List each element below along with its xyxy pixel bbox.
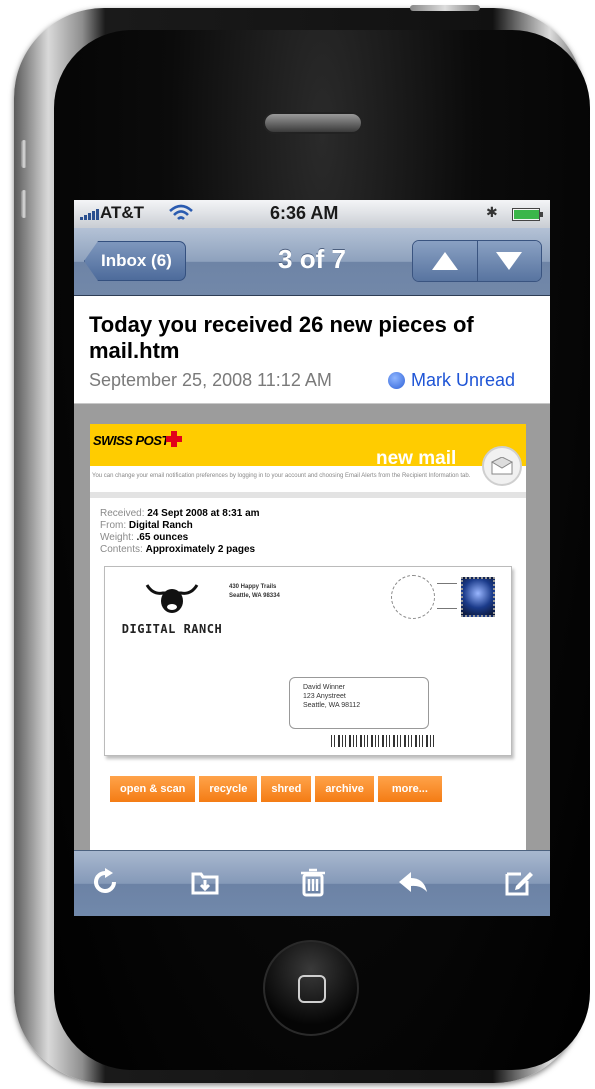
message-header: Today you received 26 new pieces of mail… bbox=[74, 296, 550, 404]
detail-row: Received: 24 Sept 2008 at 8:31 am bbox=[100, 508, 260, 519]
swiss-post-logo: SWISS POST bbox=[93, 433, 169, 448]
navigation-bar: Inbox (6) 3 of 7 bbox=[74, 228, 550, 296]
home-button[interactable] bbox=[263, 940, 359, 1036]
swiss-post-banner: SWISS POST new mail bbox=[90, 424, 526, 469]
mail-actions: open & scan recycle shred archive more..… bbox=[110, 776, 442, 802]
unread-dot-icon bbox=[388, 372, 405, 389]
recipient-address: David Winner 123 Anystreet Seattle, WA 9… bbox=[303, 684, 361, 709]
detail-row: Weight: .65 ounces bbox=[100, 532, 189, 543]
more-button[interactable]: more... bbox=[377, 776, 442, 802]
battery-level bbox=[514, 210, 539, 219]
shred-button[interactable]: shred bbox=[261, 776, 312, 802]
divider bbox=[90, 492, 526, 498]
volume-up-button bbox=[21, 140, 27, 168]
refresh-icon[interactable] bbox=[88, 865, 122, 899]
envelope-icon bbox=[482, 446, 522, 486]
new-mail-heading: new mail bbox=[376, 448, 457, 469]
preference-note: You can change your email notification p… bbox=[92, 473, 471, 479]
scanned-envelope: DIGITAL RANCH 430 Happy Trails Seattle, … bbox=[104, 566, 512, 756]
volume-down-button bbox=[21, 190, 27, 218]
recycle-button[interactable]: recycle bbox=[199, 776, 258, 802]
postal-barcode bbox=[331, 735, 435, 747]
mark-unread-button[interactable]: Mark Unread bbox=[388, 370, 515, 391]
phone-screen: AT&T 6:36 AM ✱ Inbox (6) 3 of 7 Today yo… bbox=[74, 200, 550, 916]
postage-stamp bbox=[461, 577, 495, 617]
carrier-name: AT&T bbox=[100, 203, 145, 222]
triangle-up-icon bbox=[431, 252, 458, 270]
open-scan-button[interactable]: open & scan bbox=[110, 776, 196, 802]
message-date: September 25, 2008 11:12 AM bbox=[89, 370, 332, 390]
trash-icon[interactable] bbox=[296, 865, 330, 899]
compose-icon[interactable] bbox=[502, 865, 536, 899]
message-navigation-control bbox=[412, 240, 542, 282]
earpiece-speaker bbox=[263, 112, 363, 134]
home-square-icon bbox=[298, 975, 326, 1003]
cancellation-lines bbox=[437, 583, 457, 609]
bull-head-icon bbox=[145, 584, 199, 613]
next-message-button[interactable] bbox=[476, 241, 541, 281]
digital-ranch-logo: DIGITAL RANCH bbox=[117, 581, 227, 636]
wifi-icon bbox=[168, 203, 194, 228]
battery-icon bbox=[512, 208, 543, 221]
detail-row: From: Digital Ranch bbox=[100, 520, 193, 531]
html-email-content: SWISS POST new mail You can change your … bbox=[90, 424, 526, 850]
mail-details: Received: 24 Sept 2008 at 8:31 am From: … bbox=[100, 508, 260, 556]
bluetooth-icon: ✱ bbox=[486, 204, 498, 220]
message-body[interactable]: SWISS POST new mail You can change your … bbox=[74, 404, 550, 850]
reply-icon[interactable] bbox=[396, 865, 430, 899]
swiss-cross-icon bbox=[166, 431, 182, 447]
message-subject: Today you received 26 new pieces of mail… bbox=[89, 312, 474, 363]
postmark-icon bbox=[391, 575, 435, 619]
bottom-toolbar bbox=[74, 850, 550, 916]
triangle-down-icon bbox=[496, 252, 523, 270]
return-address: 430 Happy Trails Seattle, WA 98334 bbox=[229, 584, 280, 599]
status-time: 6:36 AM bbox=[270, 203, 339, 223]
archive-button[interactable]: archive bbox=[315, 776, 374, 802]
detail-row: Contents: Approximately 2 pages bbox=[100, 544, 256, 555]
sleep-button bbox=[410, 5, 480, 11]
sender-logo-text: DIGITAL RANCH bbox=[121, 622, 223, 636]
mark-unread-label: Mark Unread bbox=[411, 370, 516, 390]
status-bar: AT&T 6:36 AM ✱ bbox=[74, 200, 550, 228]
previous-message-button[interactable] bbox=[413, 241, 477, 281]
move-to-folder-icon[interactable] bbox=[188, 865, 222, 899]
signal-strength-icon bbox=[80, 209, 99, 220]
